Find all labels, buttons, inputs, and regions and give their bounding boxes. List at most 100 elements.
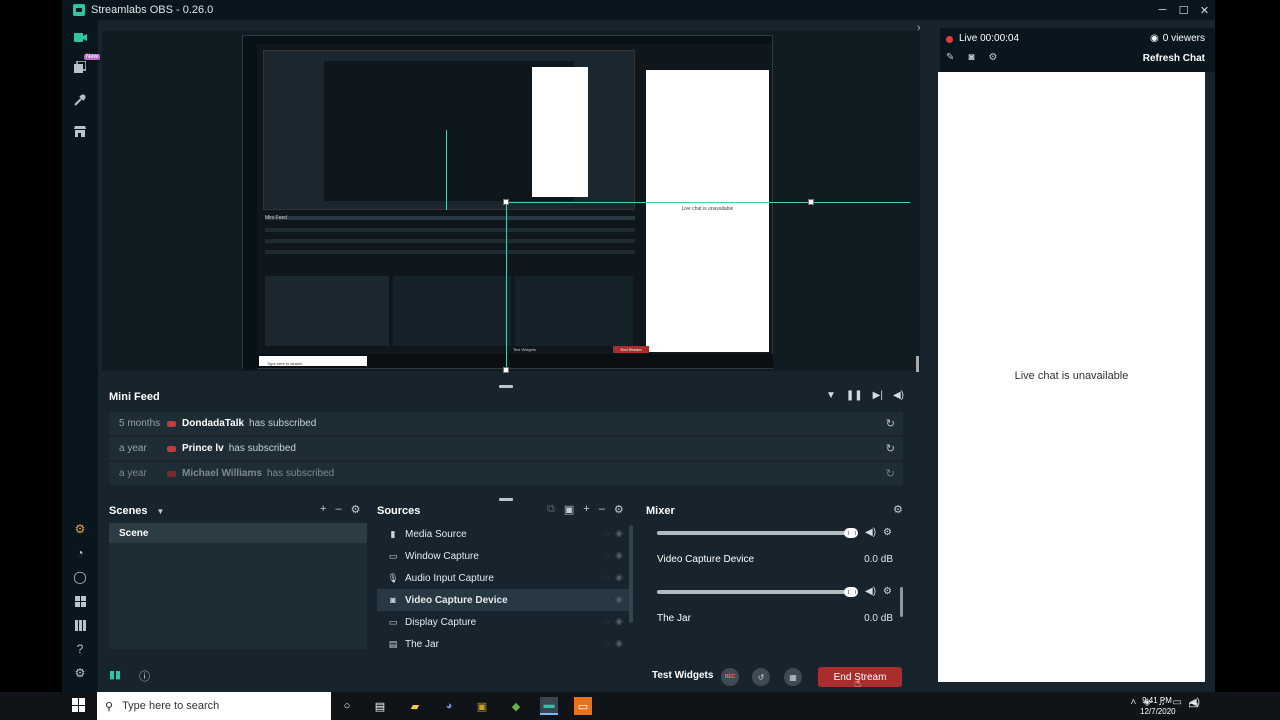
volume-slider[interactable] — [657, 531, 851, 535]
speaker-icon[interactable]: ◀) — [865, 527, 876, 538]
discord-icon[interactable]: ◕ — [440, 697, 458, 715]
refresh-chat-button[interactable]: Refresh Chat — [1143, 53, 1205, 64]
visibility-eye-icon[interactable]: ◉ — [615, 638, 623, 649]
cortana-icon[interactable]: ○ — [338, 697, 356, 715]
info-icon[interactable]: ⓘ — [139, 668, 150, 684]
filter-icon[interactable]: ▼ — [826, 390, 836, 401]
mixer-settings-gear-icon[interactable]: ⚙ — [893, 503, 903, 516]
lock-icon[interactable]: ◌ — [604, 572, 609, 583]
close-button[interactable]: ✕ — [1194, 0, 1215, 20]
stream-preview[interactable]: Mini Feed Live chat is unavailable End S… — [102, 31, 920, 371]
chat-bubble-icon[interactable]: ◯ — [73, 570, 87, 584]
resize-handle[interactable] — [808, 199, 814, 205]
scene-item[interactable]: Scene — [109, 523, 367, 543]
speaker-icon[interactable]: ◀) — [865, 586, 876, 597]
channel-settings-gear-icon[interactable]: ⚙ — [883, 527, 892, 538]
scenes-dropdown-chevron-icon[interactable]: ▼ — [157, 507, 165, 516]
skip-icon[interactable]: ▶| — [873, 390, 883, 401]
test-widgets-button[interactable]: Test Widgets — [652, 670, 713, 681]
add-folder-icon[interactable]: ▣ — [564, 503, 574, 516]
collapse-chat-chevron-icon[interactable]: › — [917, 22, 921, 34]
visibility-eye-icon[interactable]: ◉ — [615, 594, 623, 605]
resize-grip[interactable] — [499, 498, 513, 501]
minecraft-icon[interactable]: ◆ — [507, 697, 525, 715]
preview-scrollbar[interactable] — [916, 356, 919, 372]
source-item[interactable]: ▭ Display Capture ◌ ◉ — [377, 611, 633, 633]
app-icon[interactable]: ▣ — [473, 697, 491, 715]
pause-icon[interactable]: ❚❚ — [846, 390, 863, 401]
record-button[interactable]: REC — [721, 668, 739, 686]
resize-handle[interactable] — [503, 367, 509, 373]
volume-knob[interactable] — [844, 528, 858, 538]
feed-item[interactable]: a year Prince lv has subscribed ↻ — [109, 437, 903, 460]
lock-icon[interactable]: ◌ — [604, 528, 609, 539]
streamlabs-taskbar-icon[interactable]: ▬ — [540, 697, 558, 715]
remove-source-minus-icon[interactable]: – — [599, 503, 605, 516]
scenes-header[interactable]: Scenes ▼ — [109, 503, 164, 519]
volume-slider[interactable] — [657, 590, 851, 594]
tools-icon[interactable] — [73, 93, 87, 107]
windows-start-icon[interactable] — [72, 698, 86, 712]
schedule-calendar-icon[interactable]: ▦ — [784, 668, 802, 686]
dashboard-icon[interactable]: ◔ — [73, 546, 87, 560]
visibility-eye-icon[interactable]: ◉ — [615, 616, 623, 627]
add-scene-plus-icon[interactable]: + — [320, 503, 326, 516]
scene-settings-gear-icon[interactable]: ⚙ — [351, 503, 361, 516]
source-item[interactable]: ▭ Window Capture ◌ ◉ — [377, 545, 633, 567]
channel-settings-gear-icon[interactable]: ⚙ — [883, 586, 892, 597]
edit-pencil-icon[interactable]: ✎ — [946, 52, 954, 63]
add-source-plus-icon[interactable]: + — [583, 503, 589, 516]
resize-handle[interactable] — [503, 199, 509, 205]
replay-buffer-icon[interactable]: ↺ — [752, 668, 770, 686]
lock-icon[interactable]: ◌ — [604, 616, 609, 627]
system-clock[interactable]: 9:41 PM 12/7/2020 — [1140, 695, 1176, 717]
settings-gear-icon[interactable]: ⚙ — [73, 666, 87, 680]
feed-item[interactable]: 5 months DondadaTalk has subscribed ↻ — [109, 412, 903, 435]
source-group-icon[interactable]: ⧉ — [547, 503, 555, 516]
lock-icon[interactable]: ◌ — [604, 594, 609, 605]
source-item[interactable]: ▮ Media Source ◌ ◉ — [377, 523, 633, 545]
tray-chevron-icon[interactable]: ˄ — [1130, 697, 1136, 708]
maximize-button[interactable]: ☐ — [1173, 0, 1194, 20]
source-label: Media Source — [405, 528, 467, 540]
volume-knob[interactable] — [844, 587, 858, 597]
visibility-eye-icon[interactable]: ◉ — [615, 550, 623, 561]
lock-icon[interactable]: ◌ — [604, 638, 609, 649]
task-view-icon[interactable]: ▤ — [371, 697, 389, 715]
visibility-eye-icon[interactable]: ◉ — [615, 572, 623, 583]
repeat-alert-icon[interactable]: ↻ — [886, 442, 895, 455]
remove-scene-minus-icon[interactable]: – — [335, 503, 341, 516]
notifications-icon[interactable]: ▭ — [1188, 698, 1198, 711]
prime-icon[interactable]: ⚙ — [73, 522, 87, 536]
store-icon[interactable] — [73, 124, 87, 138]
layout-grid-icon[interactable] — [73, 594, 87, 608]
app-taskbar-icon[interactable]: ▭ — [574, 697, 592, 715]
preview-row — [265, 228, 635, 232]
studio-mode-icon[interactable] — [73, 618, 87, 632]
visibility-eye-icon[interactable]: ◉ — [615, 528, 623, 539]
source-item[interactable]: ▤ The Jar ◌ ◉ — [377, 633, 633, 655]
repeat-alert-icon[interactable]: ↻ — [886, 467, 895, 480]
source-item[interactable]: 🎙 Audio Input Capture ◌ ◉ — [377, 567, 633, 589]
taskbar-search-box[interactable]: ⚲ Type here to search — [97, 692, 331, 720]
sources-scrollbar[interactable] — [629, 525, 633, 623]
mouse-cursor-icon: ☝ — [854, 676, 862, 690]
camera-icon[interactable]: ◙ — [968, 52, 974, 63]
performance-stats-icon[interactable]: ▮▮ — [109, 668, 121, 684]
source-item-selected[interactable]: ◙ Video Capture Device ◌ ◉ — [377, 589, 633, 611]
feed-item[interactable]: a year Michael Williams has subscribed ↻ — [109, 462, 903, 485]
editor-camera-icon[interactable] — [73, 30, 87, 44]
sources-list: ▮ Media Source ◌ ◉ ▭ Window Capture ◌ ◉ 🎙 … — [377, 523, 633, 650]
help-icon[interactable]: ? — [73, 642, 87, 656]
minimize-button[interactable]: ─ — [1152, 0, 1173, 20]
file-explorer-icon[interactable]: ▰ — [406, 697, 424, 715]
volume-icon[interactable]: ◀) — [893, 390, 904, 401]
source-settings-gear-icon[interactable]: ⚙ — [614, 503, 624, 516]
themes-layers-icon[interactable] — [73, 60, 87, 74]
live-timer: Live 00:00:04 — [959, 33, 1020, 44]
lock-icon[interactable]: ◌ — [604, 550, 609, 561]
streamlabs-logo-icon — [73, 4, 85, 16]
repeat-alert-icon[interactable]: ↻ — [886, 417, 895, 430]
mixer-scrollbar[interactable] — [900, 587, 903, 617]
chat-settings-gear-icon[interactable]: ⚙ — [988, 52, 997, 63]
